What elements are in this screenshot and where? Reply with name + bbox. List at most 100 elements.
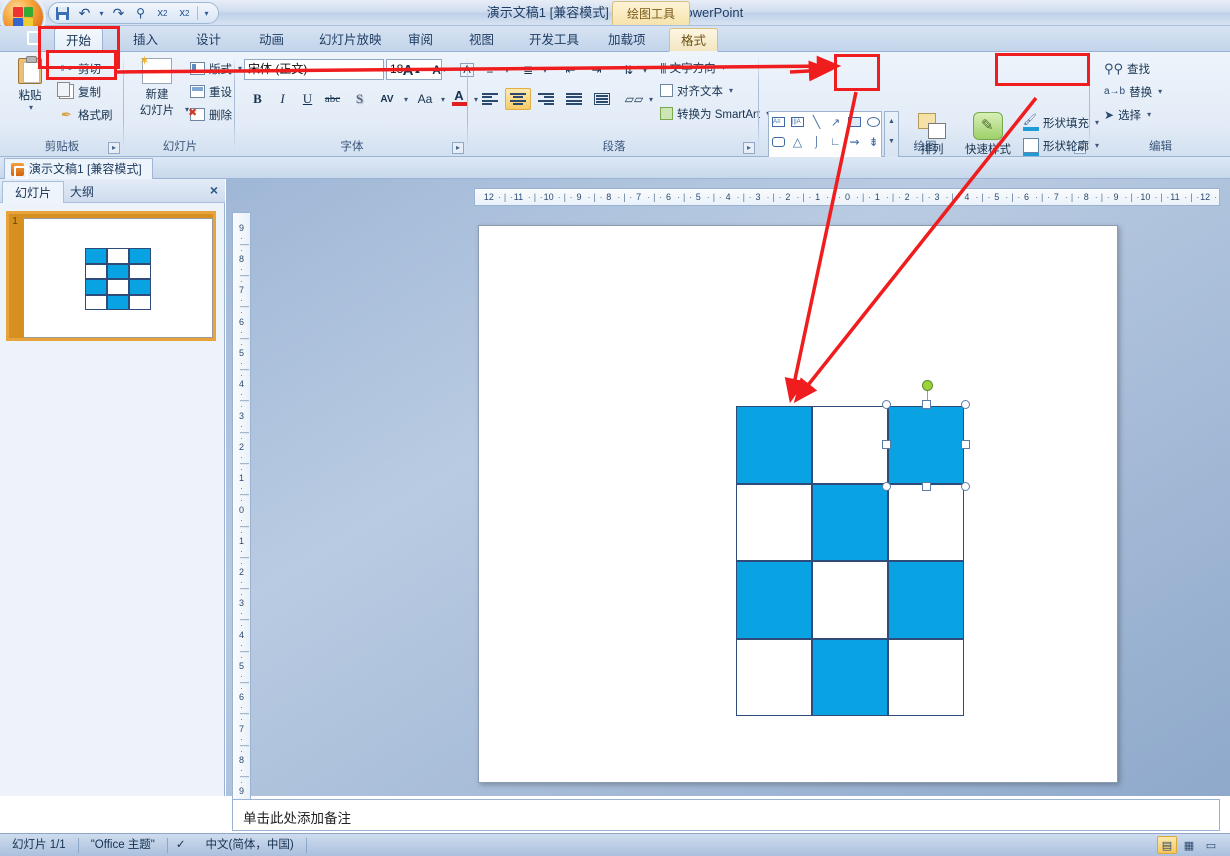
shape-outline-dropdown-icon[interactable]: ▾ xyxy=(1095,141,1099,150)
text-direction-dropdown-icon[interactable]: ▾ xyxy=(722,63,726,72)
tab-animations[interactable]: 动画 xyxy=(248,28,295,52)
slide-sorter-view-button[interactable]: ▦ xyxy=(1179,836,1199,854)
checker-cell-r4-c2[interactable] xyxy=(812,638,888,716)
checker-cell-r3-c1[interactable] xyxy=(736,561,812,639)
shape-rectangle[interactable] xyxy=(845,112,864,132)
notes-pane[interactable]: 单击此处添加备注 xyxy=(232,799,1220,831)
align-left-button[interactable] xyxy=(477,88,503,110)
reset-button[interactable]: 重设 xyxy=(187,81,235,102)
delete-slide-button[interactable]: 删除 xyxy=(187,104,235,125)
checker-cell-r3-c3[interactable] xyxy=(888,561,964,639)
columns-button[interactable]: ▱▱ xyxy=(621,88,647,110)
pane-tab-slides[interactable]: 幻灯片 xyxy=(2,181,65,203)
shape-triangle[interactable]: △ xyxy=(788,132,807,152)
checker-cell-r1-c1[interactable] xyxy=(736,406,812,484)
rotation-handle[interactable] xyxy=(922,380,933,391)
checker-cell-r2-c3[interactable] xyxy=(888,483,964,561)
slideshow-view-button[interactable]: ▭ xyxy=(1201,836,1221,854)
italic-button[interactable]: I xyxy=(271,88,294,110)
align-right-button[interactable] xyxy=(533,88,559,110)
tab-design[interactable]: 设计 xyxy=(185,28,232,52)
shape-arrow[interactable]: ↗ xyxy=(826,112,845,132)
increase-indent-button[interactable]: ⇥ xyxy=(585,59,608,81)
save-icon[interactable] xyxy=(53,4,72,23)
tab-ppt-icon[interactable] xyxy=(18,28,30,52)
shape-rounded-rectangle[interactable] xyxy=(769,132,788,152)
shape-oval[interactable] xyxy=(864,112,883,132)
paragraph-dialog-launcher[interactable]: ▸ xyxy=(743,142,755,154)
character-spacing-button[interactable]: AV xyxy=(373,88,401,110)
strikethrough-button[interactable]: abc xyxy=(321,88,344,110)
numbering-button[interactable]: ≣ xyxy=(515,59,541,81)
handle-bottom-right[interactable] xyxy=(961,482,970,491)
handle-bottom-left[interactable] xyxy=(882,482,891,491)
numbering-dropdown-icon[interactable]: ▾ xyxy=(543,66,547,75)
new-slide-button[interactable]: 新建 幻灯片 xyxy=(129,53,185,118)
superscript-icon[interactable]: x2 xyxy=(153,4,172,23)
replace-button[interactable]: a→b 替换 ▾ xyxy=(1101,81,1165,102)
convert-to-smartart-button[interactable]: 转换为 SmartArt ▾ xyxy=(657,103,773,124)
line-spacing-dropdown-icon[interactable]: ▾ xyxy=(643,66,647,75)
redo-icon[interactable]: ↷ xyxy=(109,4,128,23)
line-spacing-button[interactable]: ⇅ xyxy=(615,59,641,81)
shape-elbow-arrow-connector[interactable]: ∟ xyxy=(826,132,845,152)
handle-top-left[interactable] xyxy=(882,400,891,409)
spellcheck-icon[interactable]: ✓ xyxy=(168,834,194,856)
align-text-button[interactable]: 对齐文本 ▾ xyxy=(657,80,736,101)
tab-format[interactable]: 格式 xyxy=(669,28,719,52)
align-center-button[interactable] xyxy=(505,88,531,110)
undo-dropdown-icon[interactable]: ▾ xyxy=(97,4,106,23)
paste-button[interactable]: 粘贴 ▾ xyxy=(6,56,54,112)
distributed-button[interactable] xyxy=(589,88,615,110)
text-shadow-button[interactable]: S xyxy=(348,88,371,110)
shape-fill-dropdown-icon[interactable]: ▾ xyxy=(1095,118,1099,127)
tab-view[interactable]: 视图 xyxy=(458,28,505,52)
handle-bottom-center[interactable] xyxy=(922,482,931,491)
find-button[interactable]: ⚲⚲ 查找 xyxy=(1101,58,1153,79)
shape-elbow-connector[interactable]: ⌡ xyxy=(807,132,826,152)
bold-button[interactable]: B xyxy=(246,88,269,110)
shape-right-arrow-block[interactable]: ⇝ xyxy=(845,132,864,152)
tab-slideshow[interactable]: 幻灯片放映 xyxy=(308,28,393,52)
shapes-scroll-down[interactable]: ▼ xyxy=(885,132,898,151)
checker-cell-r2-c1[interactable] xyxy=(736,483,812,561)
shape-line[interactable]: ╲ xyxy=(807,112,826,132)
shape-down-arrow-block[interactable]: ⇟ xyxy=(864,132,883,152)
paste-dropdown-icon[interactable]: ▾ xyxy=(29,103,33,112)
handle-top-right[interactable] xyxy=(961,400,970,409)
change-case-dropdown-icon[interactable]: ▾ xyxy=(441,95,445,104)
grow-font-button[interactable]: A ▲ xyxy=(399,59,425,81)
tab-review[interactable]: 审阅 xyxy=(397,28,444,52)
clipboard-dialog-launcher[interactable]: ▸ xyxy=(108,142,120,154)
columns-dropdown-icon[interactable]: ▾ xyxy=(649,95,653,104)
print-preview-icon[interactable]: ⚲ xyxy=(131,4,150,23)
select-dropdown-icon[interactable]: ▾ xyxy=(1147,110,1151,119)
replace-dropdown-icon[interactable]: ▾ xyxy=(1158,87,1162,96)
justify-button[interactable] xyxy=(561,88,587,110)
shape-vertical-text-box[interactable]: |||A xyxy=(788,112,807,132)
tab-addins[interactable]: 加载项 xyxy=(597,28,657,52)
checker-cell-r3-c2[interactable] xyxy=(812,561,888,639)
shrink-font-button[interactable]: A ▼ xyxy=(428,59,452,81)
cut-button[interactable]: ✂ 剪切 xyxy=(56,58,104,79)
tab-insert[interactable]: 插入 xyxy=(122,28,169,52)
shape-fill-button[interactable]: 形状填充 ▾ xyxy=(1020,112,1102,133)
underline-button[interactable]: U xyxy=(296,88,319,110)
copy-button[interactable]: 复制 xyxy=(56,81,104,102)
shape-text-box[interactable]: A≡ xyxy=(769,112,788,132)
subscript-icon[interactable]: x2 xyxy=(175,4,194,23)
text-direction-button[interactable]: ||| 文字方向 ▾ xyxy=(657,57,729,78)
format-painter-button[interactable]: ✒ 格式刷 xyxy=(56,104,116,125)
document-tab[interactable]: 演示文稿1 [兼容模式] xyxy=(4,158,153,180)
checker-cell-r4-c1[interactable] xyxy=(736,638,812,716)
bullets-button[interactable]: ≡ xyxy=(477,59,503,81)
checker-cell-r1-c2[interactable] xyxy=(812,406,888,484)
checker-cell-r2-c2[interactable] xyxy=(812,483,888,561)
close-pane-icon[interactable]: × xyxy=(210,182,218,198)
tab-developer[interactable]: 开发工具 xyxy=(518,28,590,52)
bullets-dropdown-icon[interactable]: ▾ xyxy=(505,66,509,75)
handle-top-center[interactable] xyxy=(922,400,931,409)
handle-middle-left[interactable] xyxy=(882,440,891,449)
pane-tab-outline[interactable]: 大纲 xyxy=(58,181,106,203)
handle-middle-right[interactable] xyxy=(961,440,970,449)
